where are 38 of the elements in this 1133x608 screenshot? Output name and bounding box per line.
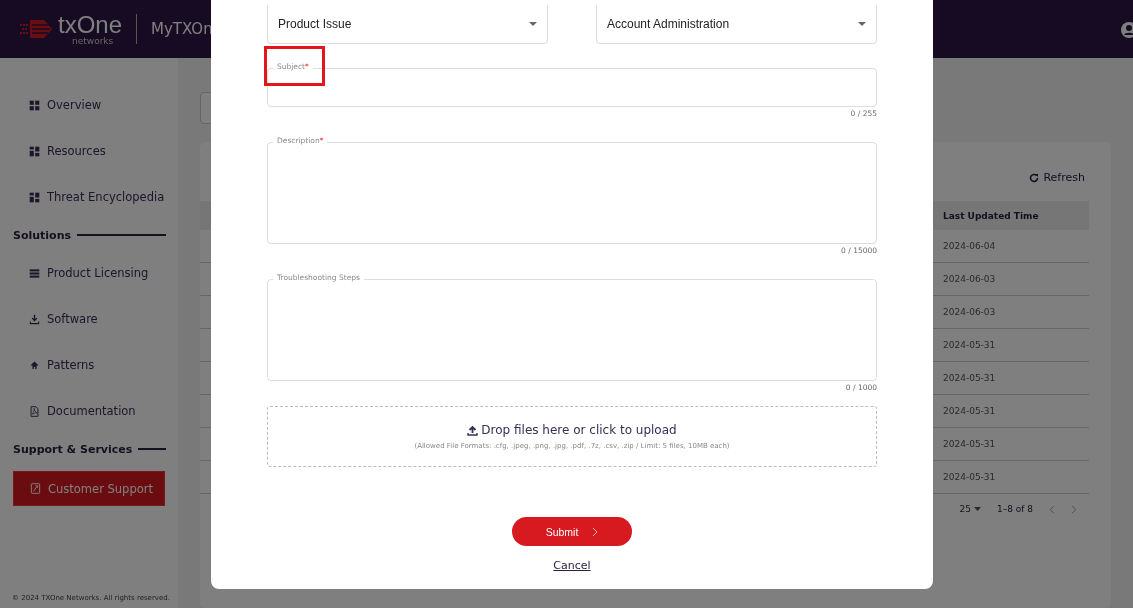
refresh-button[interactable]: Refresh [1023,170,1089,185]
sidebar-item[interactable]: Patterns [13,342,165,388]
sidebar-item[interactable]: Customer Support [13,471,165,506]
logo-text: txOne [58,12,123,37]
user-icon[interactable] [1121,22,1133,38]
logo-subtext: networks [72,36,115,46]
sidebar-item[interactable]: Resources [13,128,165,174]
app-name: MyTXOn [151,20,213,38]
next-page-icon[interactable] [1071,504,1077,514]
cancel-link[interactable]: Cancel [547,558,597,573]
submit-button[interactable]: Submit [512,517,632,546]
chevron-icon [592,526,599,537]
pdf-icon [29,405,40,417]
sidebar-item[interactable]: Threat Encyclopedia [13,174,165,220]
rows-per-page-select[interactable]: 25 [959,504,981,514]
section-heading: Solutions [13,220,166,250]
sidebar-item[interactable]: Documentation [13,388,165,434]
upload-icon [467,424,479,436]
page-range: 1–8 of 8 [996,504,1033,514]
dropdown-field[interactable]: Product Issue [267,5,548,44]
blocks-icon [29,191,40,203]
sidebar-item[interactable]: Product Licensing [13,250,165,296]
grid-icon [29,99,40,111]
dropdown-field[interactable]: Account Administration [596,5,877,44]
previous-page-icon[interactable] [1049,504,1055,514]
download-icon [29,313,40,325]
pdf-icon [30,483,41,494]
list-icon [29,267,40,279]
blocks-icon [29,145,40,157]
caret-icon [858,22,866,26]
refresh-icon [1029,172,1040,183]
caret-icon [973,507,981,511]
logo-icon [20,18,54,40]
sidebar-item[interactable]: Overview [13,82,165,128]
caret-icon [529,22,537,26]
section-heading: Support & Services [13,434,166,464]
sidebar-item[interactable]: Software [13,296,165,342]
house-icon [29,359,40,371]
